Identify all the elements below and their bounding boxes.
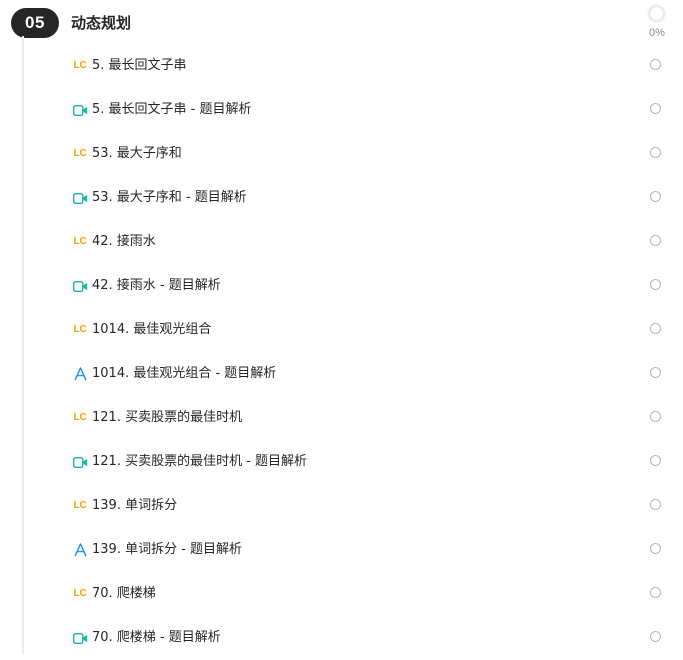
article-icon — [72, 366, 88, 382]
lesson-item[interactable]: LC 121. 买卖股票的最佳时机 — [0, 396, 683, 440]
video-icon — [72, 454, 88, 470]
lesson-item[interactable]: 1014. 最佳观光组合 - 题目解析 — [0, 352, 683, 396]
lesson-title[interactable]: 1014. 最佳观光组合 — [92, 320, 211, 340]
completion-status-icon[interactable] — [650, 323, 661, 334]
completion-status-icon[interactable] — [650, 235, 661, 246]
completion-status-icon[interactable] — [650, 191, 661, 202]
completion-status-icon[interactable] — [650, 59, 661, 70]
lesson-item[interactable]: LC 139. 单词拆分 — [0, 484, 683, 528]
lesson-item[interactable]: 70. 爬楼梯 - 题目解析 — [0, 616, 683, 660]
progress-ring-icon — [647, 4, 666, 23]
lesson-item[interactable]: LC 1014. 最佳观光组合 — [0, 308, 683, 352]
lesson-title[interactable]: 139. 单词拆分 - 题目解析 — [92, 540, 242, 560]
lesson-title[interactable]: 5. 最长回文子串 — [92, 56, 187, 76]
video-icon — [72, 102, 88, 118]
lesson-item[interactable]: LC 53. 最大子序和 — [0, 132, 683, 176]
video-icon — [72, 190, 88, 206]
completion-status-icon[interactable] — [650, 631, 661, 642]
lesson-title[interactable]: 1014. 最佳观光组合 - 题目解析 — [92, 364, 276, 384]
lesson-item[interactable]: 5. 最长回文子串 - 题目解析 — [0, 88, 683, 132]
lesson-title[interactable]: 121. 买卖股票的最佳时机 - 题目解析 — [92, 452, 307, 472]
lesson-list: LC 5. 最长回文子串 5. 最长回文子串 - 题目解析 LC 53. 最大子序和 53… — [0, 44, 683, 660]
completion-status-icon[interactable] — [650, 367, 661, 378]
lesson-title[interactable]: 53. 最大子序和 - 题目解析 — [92, 188, 247, 208]
article-icon — [72, 542, 88, 558]
lesson-title[interactable]: 139. 单词拆分 — [92, 496, 177, 516]
video-icon — [72, 630, 88, 646]
completion-status-icon[interactable] — [650, 147, 661, 158]
lesson-title[interactable]: 53. 最大子序和 — [92, 144, 182, 164]
lesson-item[interactable]: LC 5. 最长回文子串 — [0, 44, 683, 88]
lesson-title[interactable]: 70. 爬楼梯 — [92, 584, 156, 604]
leetcode-icon: LC — [73, 500, 87, 511]
completion-status-icon[interactable] — [650, 543, 661, 554]
completion-status-icon[interactable] — [650, 587, 661, 598]
section-header[interactable]: 05 动态规划 0% — [0, 0, 683, 46]
lesson-title[interactable]: 70. 爬楼梯 - 题目解析 — [92, 628, 221, 648]
lesson-item[interactable]: 121. 买卖股票的最佳时机 - 题目解析 — [0, 440, 683, 484]
completion-status-icon[interactable] — [650, 411, 661, 422]
lesson-title[interactable]: 5. 最长回文子串 - 题目解析 — [92, 100, 252, 120]
video-icon — [72, 278, 88, 294]
completion-status-icon[interactable] — [650, 455, 661, 466]
leetcode-icon: LC — [73, 324, 87, 335]
progress-percentage: 0% — [649, 27, 665, 39]
lesson-item[interactable]: 139. 单词拆分 - 题目解析 — [0, 528, 683, 572]
section-title: 动态规划 — [71, 14, 132, 32]
section-number-badge: 05 — [11, 8, 59, 38]
lesson-title[interactable]: 42. 接雨水 — [92, 232, 156, 252]
lesson-item[interactable]: LC 42. 接雨水 — [0, 220, 683, 264]
completion-status-icon[interactable] — [650, 103, 661, 114]
completion-status-icon[interactable] — [650, 279, 661, 290]
lesson-title[interactable]: 42. 接雨水 - 题目解析 — [92, 276, 221, 296]
leetcode-icon: LC — [73, 412, 87, 423]
lesson-title[interactable]: 121. 买卖股票的最佳时机 — [92, 408, 242, 428]
leetcode-icon: LC — [73, 148, 87, 159]
completion-status-icon[interactable] — [650, 499, 661, 510]
lesson-item[interactable]: 53. 最大子序和 - 题目解析 — [0, 176, 683, 220]
leetcode-icon: LC — [73, 60, 87, 71]
lesson-item[interactable]: 42. 接雨水 - 题目解析 — [0, 264, 683, 308]
leetcode-icon: LC — [73, 236, 87, 247]
lesson-item[interactable]: LC 70. 爬楼梯 — [0, 572, 683, 616]
leetcode-icon: LC — [73, 588, 87, 599]
